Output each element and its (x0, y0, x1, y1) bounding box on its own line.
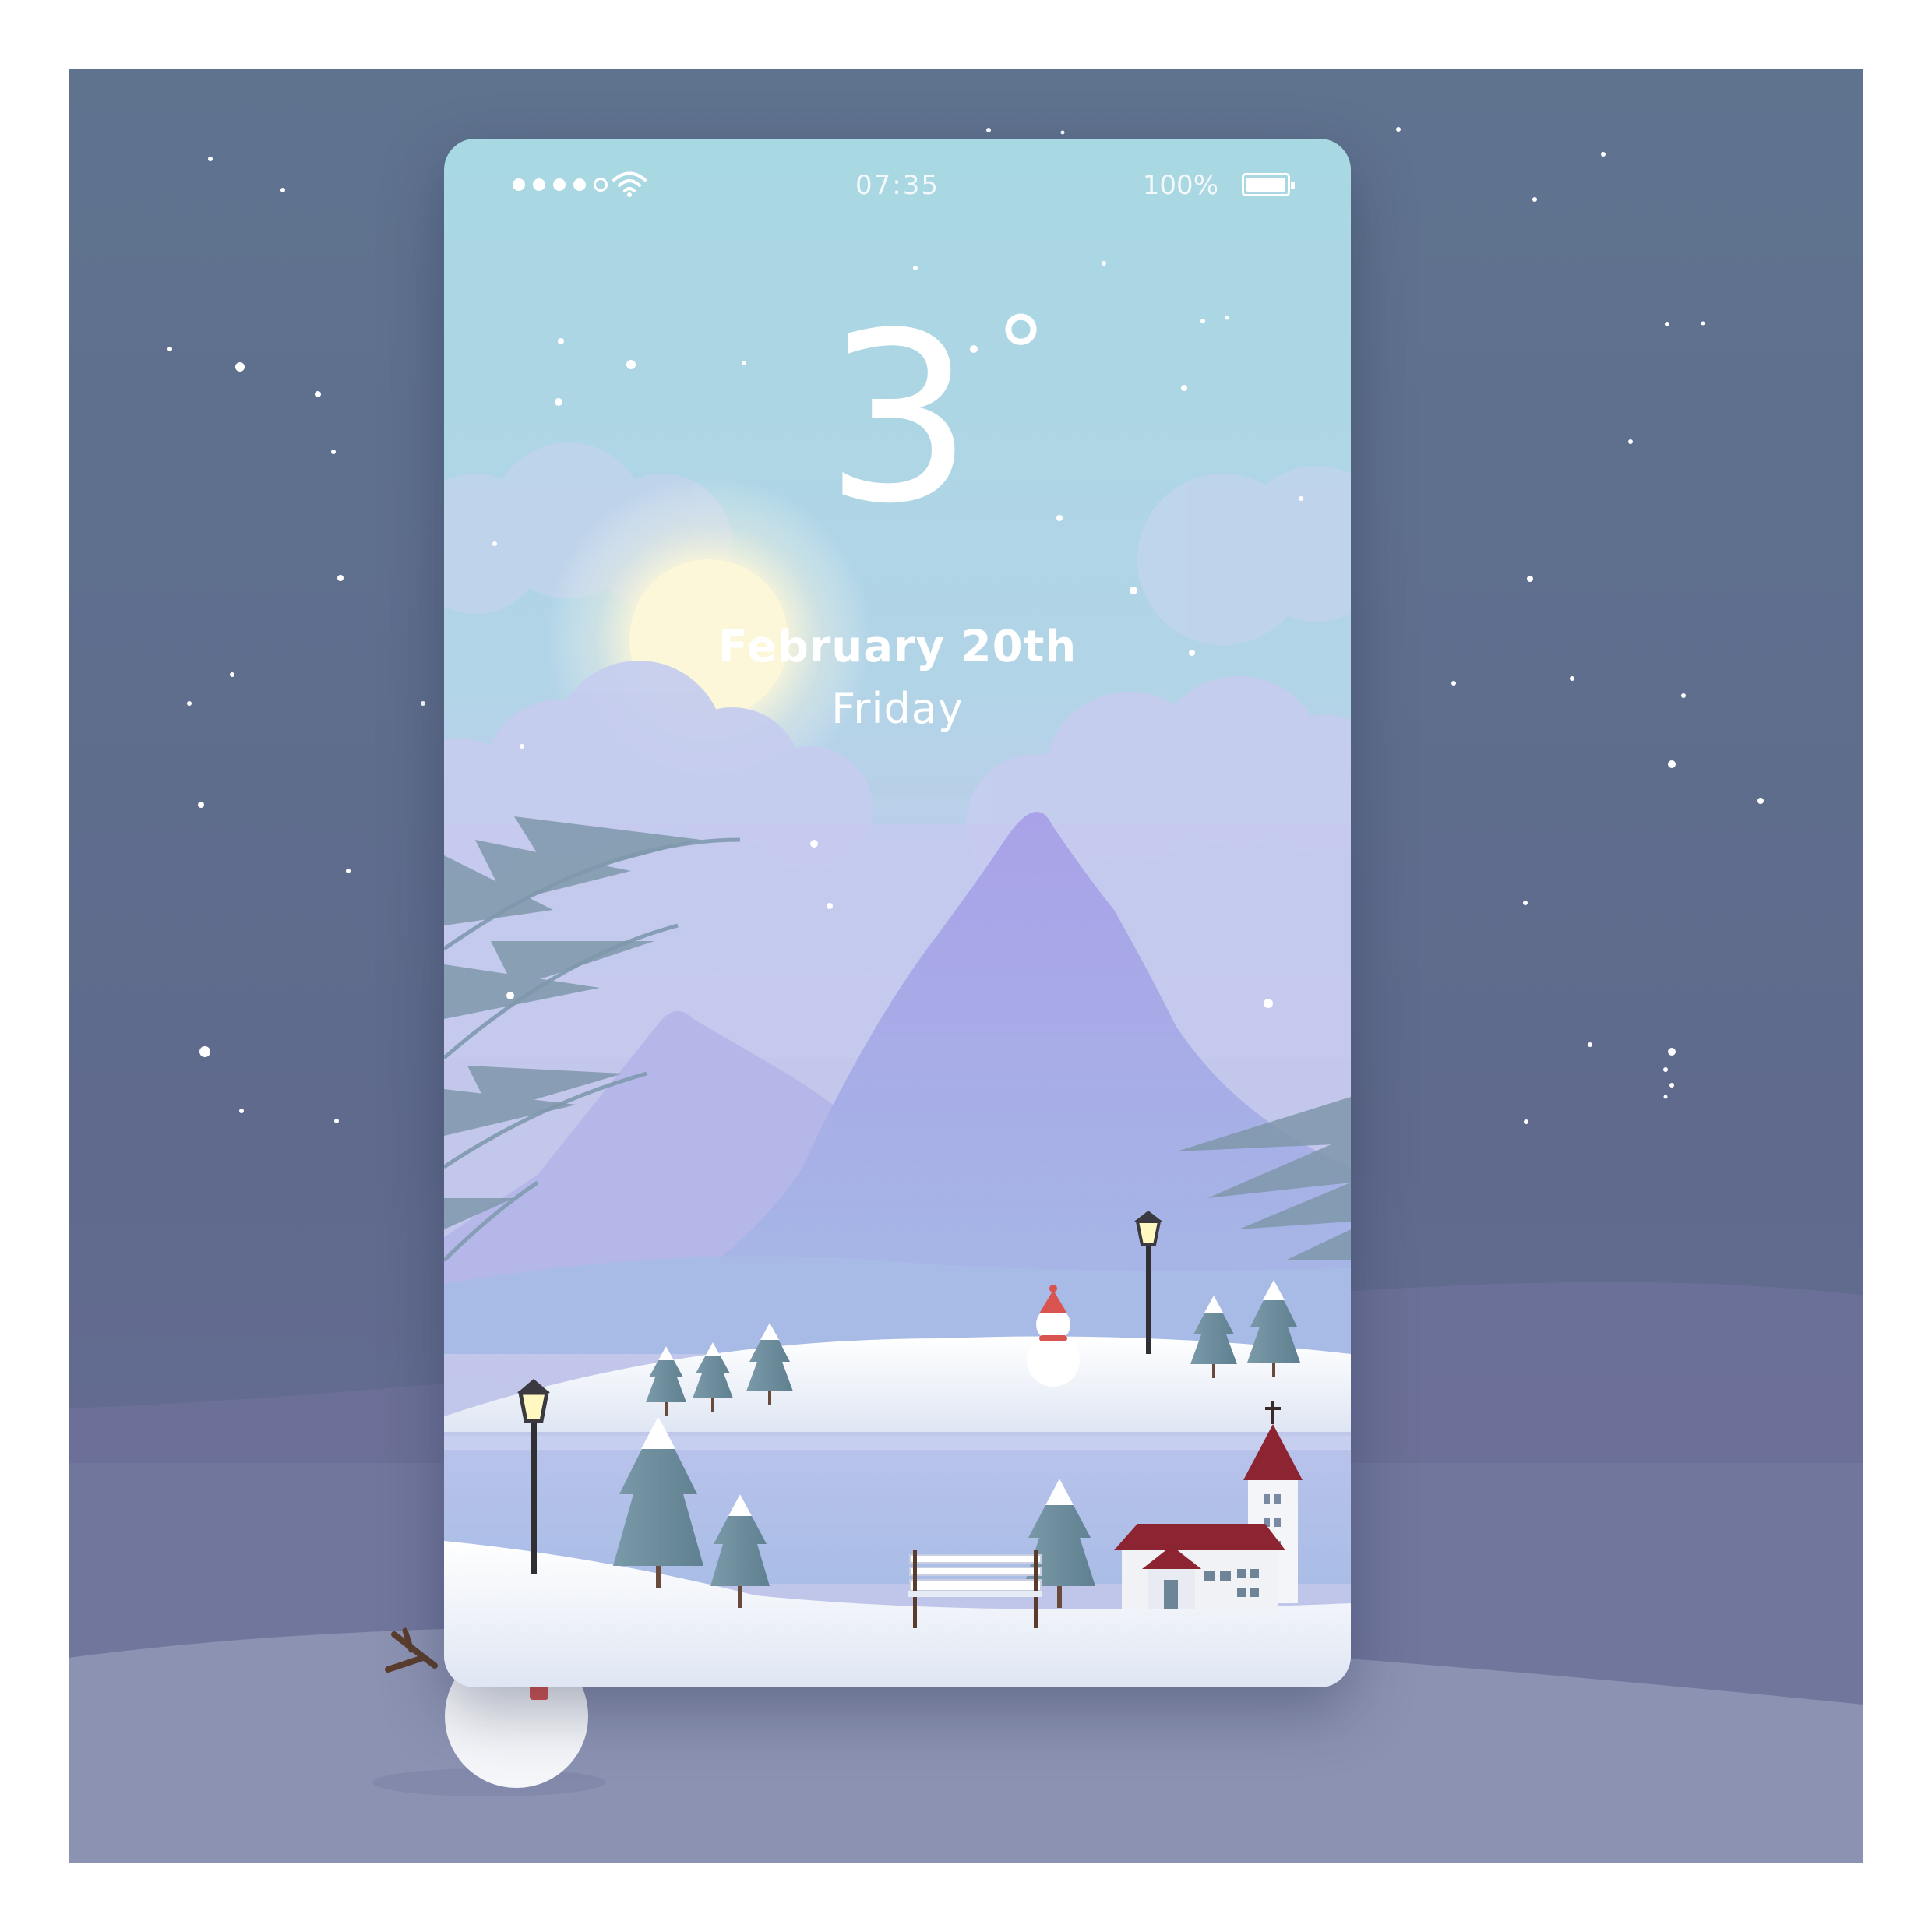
temperature-display: 3 ° (444, 283, 1351, 555)
degree-symbol: ° (996, 294, 1046, 413)
weekday-label: Friday (831, 684, 964, 733)
temperature-value: 3 (824, 283, 974, 555)
battery-icon (1242, 173, 1295, 196)
status-bar: 07:35 100% (444, 139, 1351, 232)
phone-screen: 07:35 100% 3 ° February 20th Friday (444, 139, 1351, 1687)
battery-percent: 100% (1142, 170, 1218, 201)
date-label: February 20th (717, 622, 1077, 672)
